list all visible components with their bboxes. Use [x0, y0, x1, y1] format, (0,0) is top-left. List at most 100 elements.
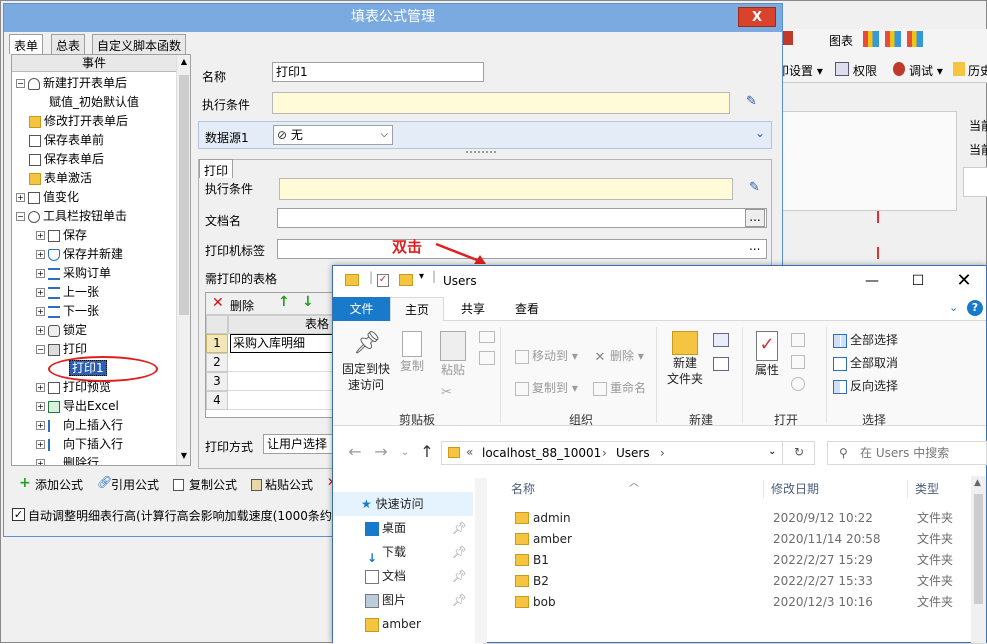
copy-to-button[interactable]: 复制到 ▾	[515, 379, 578, 396]
open-icon[interactable]	[791, 333, 805, 347]
file-row[interactable]: admin 2020/9/12 10:22 文件夹	[493, 508, 971, 529]
address-overflow[interactable]: «	[466, 445, 473, 459]
auto-adjust-checkbox[interactable]: ✓	[12, 508, 25, 521]
name-input[interactable]: 打印1	[272, 62, 484, 82]
tree-node[interactable]: + 保存	[36, 226, 87, 245]
copy-button[interactable]: 复制	[395, 331, 429, 374]
tree-node[interactable]: + 导出Excel	[36, 397, 119, 416]
column-type[interactable]: 类型	[915, 476, 965, 502]
tab-file[interactable]: 文件	[333, 297, 390, 321]
tree-node[interactable]: + 采购订单	[36, 264, 111, 283]
maximize-button[interactable]: ☐	[895, 266, 941, 296]
tab-home[interactable]: 主页	[390, 297, 444, 321]
grid-empty-rows[interactable]	[228, 353, 334, 410]
copy-path-icon[interactable]	[479, 331, 495, 343]
tree-node[interactable]: − 工具栏按钮单击	[16, 207, 127, 226]
expand-icon[interactable]: +	[36, 440, 45, 449]
nav-desktop[interactable]: 桌面 📌︎	[365, 516, 473, 540]
tree-node[interactable]: + 向上插入行	[36, 416, 123, 435]
new-item-icon[interactable]	[713, 333, 729, 347]
expand-icon[interactable]: +	[36, 307, 45, 316]
address-box[interactable]: « localhost_88_10001 › Users › ⌄ ↻	[441, 441, 815, 465]
tree-scrollbar[interactable]: ▲ ▼	[176, 55, 190, 465]
invert-selection-button[interactable]: 反向选择	[833, 377, 898, 394]
print-condition-input[interactable]	[279, 178, 733, 200]
collapse-icon[interactable]: ⌄	[755, 126, 765, 140]
qa-dropdown-icon[interactable]: ▾	[419, 271, 424, 282]
edit-icon[interactable]	[791, 355, 805, 369]
expand-icon[interactable]: +	[36, 326, 45, 335]
scroll-thumb[interactable]	[974, 494, 983, 604]
tree-node[interactable]: + 删除行	[36, 454, 99, 465]
expand-icon[interactable]: +	[36, 421, 45, 430]
print-group-tab[interactable]: 打印	[199, 159, 234, 178]
back-icon[interactable]: ←	[345, 442, 365, 461]
tree-node[interactable]: 修改打开表单后	[16, 112, 128, 131]
docname-browse-button[interactable]: ...	[745, 209, 765, 227]
collapse-icon[interactable]: −	[16, 79, 25, 88]
tree-node[interactable]: 赋值_初始默认值	[36, 93, 139, 112]
tree-node[interactable]: − 新建打开表单后	[16, 74, 127, 93]
tab-summary[interactable]: 总表	[51, 34, 86, 54]
explorer-close-button[interactable]: ✕	[941, 266, 987, 296]
bg-chart-label[interactable]: 图表	[829, 32, 853, 49]
nav-scrollbar[interactable]	[475, 478, 487, 643]
expand-icon[interactable]: +	[36, 383, 45, 392]
cut-icon[interactable]: ✂	[441, 385, 452, 400]
paste-button[interactable]: 粘贴	[435, 331, 471, 378]
condition-input[interactable]	[272, 92, 730, 114]
breadcrumb-server[interactable]: localhost_88_10001	[482, 446, 601, 460]
tab-form[interactable]: 表单	[9, 34, 44, 54]
tree-node[interactable]: 保存表单后	[16, 150, 104, 169]
nav-quick-access[interactable]: ★ 快速访问	[333, 492, 473, 516]
file-list-scrollbar[interactable]: ▲	[971, 476, 986, 643]
expand-icon[interactable]: +	[36, 269, 45, 278]
expand-icon[interactable]: +	[36, 250, 45, 259]
new-folder-qa-icon[interactable]	[399, 274, 413, 286]
tree-node[interactable]: + 锁定	[36, 321, 87, 340]
easy-access-icon[interactable]	[713, 357, 729, 371]
delete-icon[interactable]: ✕	[212, 295, 224, 311]
scroll-thumb[interactable]	[179, 75, 189, 315]
expand-icon[interactable]: +	[36, 459, 45, 465]
forward-icon[interactable]: →	[371, 442, 391, 461]
add-icon[interactable]: +	[19, 475, 31, 491]
refresh-icon[interactable]: ↻	[794, 445, 804, 459]
select-none-button[interactable]: 全部取消	[833, 354, 898, 371]
tree-node[interactable]: 表单激活	[16, 169, 92, 188]
nav-documents[interactable]: 文档 📌︎	[365, 564, 473, 588]
breadcrumb-users[interactable]: Users	[616, 446, 650, 460]
magic-wand-icon[interactable]: ✎	[746, 94, 757, 109]
recent-locations-icon[interactable]: ⌄	[395, 447, 415, 458]
file-row[interactable]: amber 2020/11/14 20:58 文件夹	[493, 529, 971, 550]
tree-node[interactable]: 保存表单前	[16, 131, 104, 150]
tab-share[interactable]: 共享	[446, 297, 500, 321]
add-formula-button[interactable]: 添加公式	[35, 474, 83, 496]
nav-pictures[interactable]: 图片 📌︎	[365, 588, 473, 612]
paste-formula-button[interactable]: 粘贴公式	[265, 474, 313, 496]
help-icon[interactable]: ?	[967, 300, 983, 316]
move-up-icon[interactable]: ↑	[278, 294, 290, 310]
printer-browse-button[interactable]: ...	[749, 239, 760, 253]
tab-view[interactable]: 查看	[500, 297, 554, 321]
paste-shortcut-icon[interactable]	[479, 351, 495, 365]
tree-node[interactable]: + 下一张	[36, 302, 99, 321]
column-divider[interactable]	[907, 480, 908, 498]
nav-downloads[interactable]: ↓ 下载 📌︎	[365, 540, 473, 564]
file-row[interactable]: B2 2022/2/27 15:33 文件夹	[493, 571, 971, 592]
search-input[interactable]: 在 Users 中搜索	[827, 441, 987, 465]
move-to-button[interactable]: 移动到 ▾	[515, 347, 578, 364]
up-icon[interactable]: ↑	[417, 442, 437, 461]
print-mode-select[interactable]: 让用户选择	[263, 434, 343, 454]
column-divider[interactable]	[763, 480, 764, 498]
scroll-up-icon[interactable]: ▲	[179, 57, 189, 67]
bg-print-settings[interactable]: 印设置 ▾	[777, 62, 823, 79]
datasource-select[interactable]: ⊘ 无 ⌵	[273, 125, 393, 145]
tree-node[interactable]: − 打印	[36, 340, 87, 359]
bar-chart-icon[interactable]	[863, 31, 879, 47]
minimize-button[interactable]: —	[849, 266, 895, 296]
grid-cell[interactable]: 采购入库明细	[230, 334, 334, 353]
history-icon[interactable]	[791, 377, 805, 391]
select-all-button[interactable]: 全部选择	[833, 331, 898, 348]
expand-icon[interactable]: +	[36, 288, 45, 297]
